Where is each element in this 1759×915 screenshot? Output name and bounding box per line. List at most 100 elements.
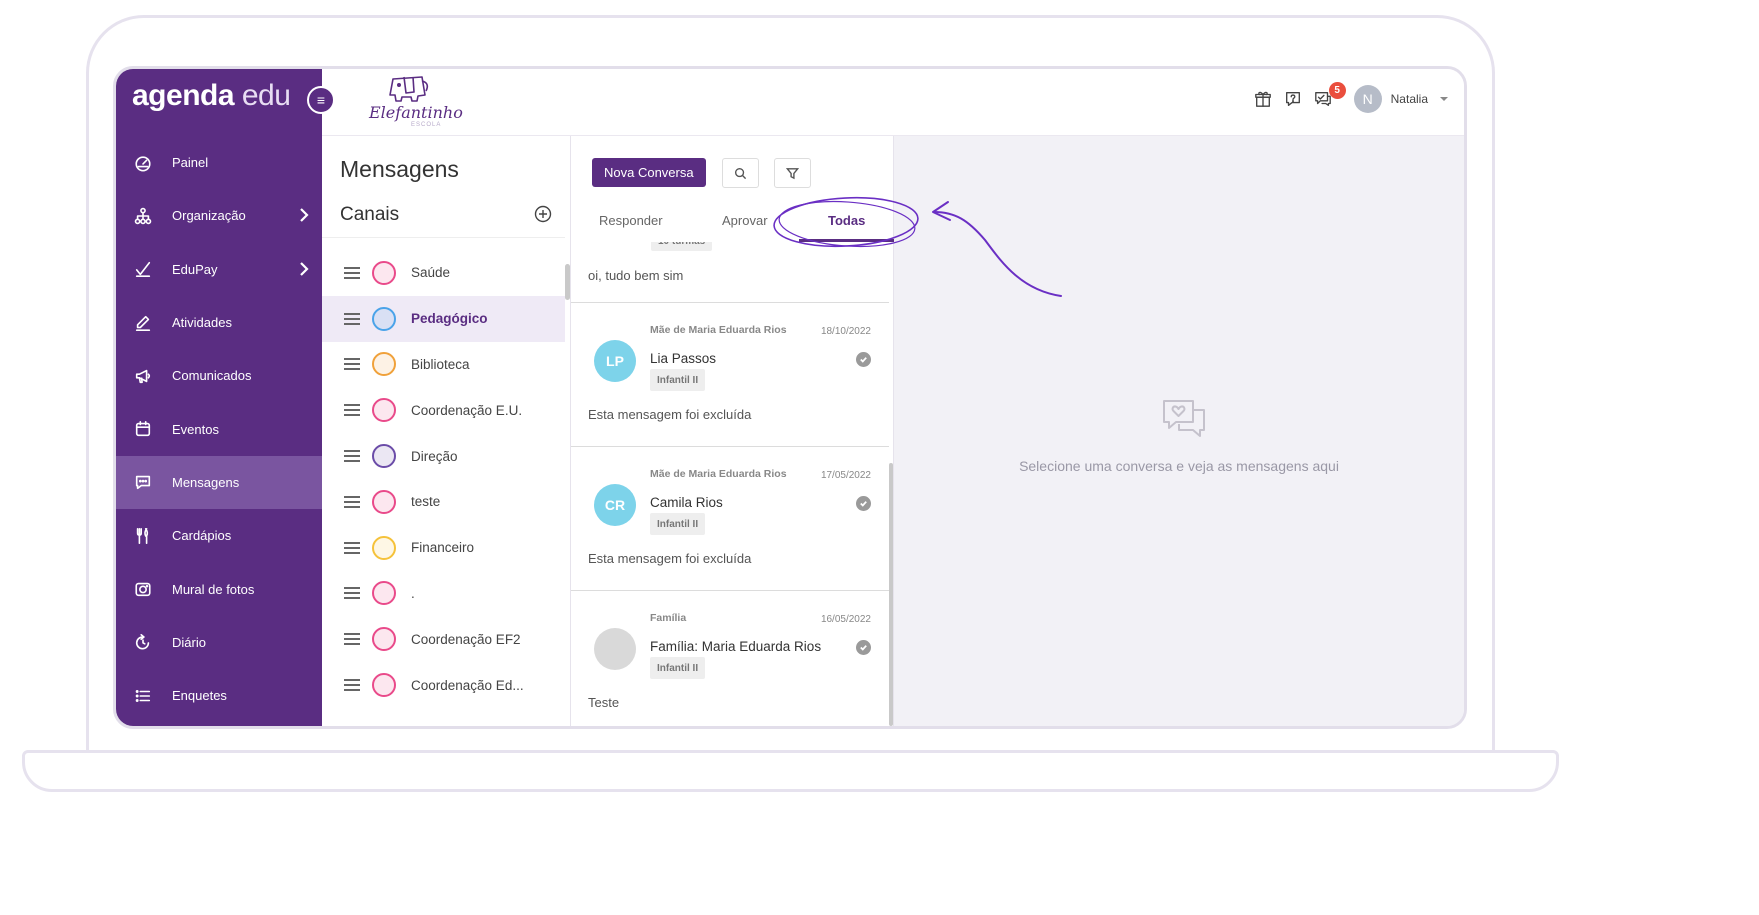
channel-icon — [372, 627, 396, 652]
sidebar-item-mensagens[interactable]: Mensagens — [116, 455, 322, 510]
gift-icon[interactable] — [1252, 88, 1274, 110]
refresh-icon — [133, 632, 153, 652]
chevron-right-icon[interactable] — [298, 261, 310, 280]
conversation-list-scrollbar[interactable] — [889, 463, 893, 726]
conversation-item[interactable]: 10 turmas oi, tudo bem sim — [571, 242, 889, 303]
org-chart-icon — [133, 206, 153, 226]
sidebar: agenda edu Painel Organização EduPay Ativid… — [116, 69, 322, 726]
messages-notification-icon[interactable]: 5 — [1312, 82, 1346, 110]
channel-item[interactable]: Saúde — [322, 250, 565, 296]
channel-item[interactable]: Coordenação EF2 — [322, 616, 565, 662]
laptop-base — [22, 750, 1559, 792]
drag-handle-icon[interactable] — [344, 679, 360, 692]
channel-icon — [372, 398, 396, 423]
conversation-preview: oi, tudo bem sim — [588, 268, 684, 283]
list-icon — [133, 686, 153, 706]
drag-handle-icon[interactable] — [344, 495, 360, 508]
drag-handle-icon[interactable] — [344, 587, 360, 600]
conversation-date: 18/10/2022 — [820, 326, 871, 337]
conversation-role: Mãe de Maria Eduarda Rios — [650, 324, 787, 336]
empty-state-text: Selecione uma conversa e veja as mensage… — [1019, 458, 1339, 474]
sidebar-item-painel[interactable]: Painel — [116, 136, 322, 189]
channel-item[interactable]: Financeiro — [322, 525, 565, 571]
user-menu-caret-icon[interactable] — [1440, 97, 1448, 101]
sidebar-item-eventos[interactable]: Eventos — [116, 402, 322, 455]
sidebar-item-cardapios[interactable]: Cardápios — [116, 509, 322, 562]
cutlery-icon — [133, 526, 153, 546]
sidebar-item-label: Painel — [172, 155, 209, 171]
conversation-item[interactable]: LP Mãe de Maria Eduarda Rios 18/10/2022 Lia… — [571, 303, 889, 447]
channel-icon — [372, 581, 396, 606]
channel-label: Saúde — [411, 265, 451, 281]
read-check-icon — [856, 496, 871, 511]
drag-handle-icon[interactable] — [344, 404, 360, 417]
conversation-item[interactable]: CR Mãe de Maria Eduarda Rios 17/05/2022 Cam… — [571, 447, 889, 591]
channel-item[interactable]: Direção — [322, 433, 565, 479]
conversation-list: 10 turmas oi, tudo bem sim LP Mãe de Mari… — [571, 242, 889, 726]
avatar: LP — [594, 340, 636, 382]
sidebar-item-enquetes[interactable]: Enquetes — [116, 669, 322, 722]
conversation-role: Família — [650, 612, 687, 624]
pencil-icon — [133, 313, 153, 333]
channel-item[interactable]: . — [322, 571, 565, 617]
chevron-right-icon[interactable] — [298, 207, 310, 226]
sidebar-item-comunicados[interactable]: Comunicados — [116, 349, 322, 402]
drag-handle-icon[interactable] — [344, 450, 360, 463]
sidebar-item-label: Mural de fotos — [172, 581, 255, 597]
tab-responder[interactable]: Responder — [599, 213, 663, 228]
drag-handle-icon[interactable] — [344, 358, 360, 371]
top-header: Elefantinho ESCOLA 5 N Natalia — [322, 69, 1464, 136]
add-channel-button[interactable] — [534, 205, 552, 223]
channel-label: Direção — [411, 448, 458, 464]
channel-label: Coordenação Ed... — [411, 677, 524, 693]
megaphone-icon — [133, 366, 153, 386]
sidebar-item-atividades[interactable]: Atividades — [116, 296, 322, 349]
filter-button[interactable] — [774, 158, 811, 188]
conversation-preview: Esta mensagem foi excluída — [588, 407, 752, 422]
channel-item[interactable]: Coordenação Ed... — [322, 662, 565, 708]
help-icon[interactable] — [1282, 88, 1304, 110]
user-name[interactable]: Natalia — [1391, 92, 1428, 106]
channel-label: teste — [411, 494, 441, 510]
channel-item[interactable]: Pedagógico — [322, 295, 565, 342]
channel-item[interactable]: Coordenação E.U. — [322, 387, 565, 433]
channel-list-scrollbar[interactable] — [565, 264, 570, 300]
channel-item[interactable]: Biblioteca — [322, 342, 565, 388]
search-button[interactable] — [722, 158, 759, 188]
plus-circle-icon — [534, 205, 552, 223]
channel-list-top-spacer — [322, 238, 565, 250]
channel-list[interactable]: Saúde Pedagógico Biblioteca Coordenação E.U… — [322, 237, 565, 726]
school-subtitle: ESCOLA — [411, 122, 442, 128]
sidebar-item-label: Mensagens — [172, 474, 240, 490]
drag-handle-icon[interactable] — [344, 541, 360, 554]
dashboard-icon — [133, 153, 153, 173]
sidebar-item-edupay[interactable]: EduPay — [116, 243, 322, 296]
tab-aprovar[interactable]: Aprovar — [722, 213, 768, 228]
class-tag: Infantil II — [650, 657, 706, 679]
conversation-date: 16/05/2022 — [820, 614, 871, 625]
drag-handle-icon[interactable] — [344, 312, 360, 325]
channel-item[interactable]: teste — [322, 479, 565, 525]
sidebar-item-label: Atividades — [172, 315, 232, 331]
tab-todas[interactable]: Todas — [828, 213, 865, 228]
search-icon — [734, 167, 747, 179]
conversation-name: Camila Rios — [650, 495, 723, 510]
class-tag: Infantil II — [650, 513, 706, 535]
sidebar-item-mural-de-fotos[interactable]: Mural de fotos — [116, 562, 322, 615]
channel-icon — [372, 306, 396, 331]
menu-toggle-button[interactable]: ≡ — [307, 86, 335, 114]
class-tag: Infantil II — [650, 369, 706, 391]
page-title: Mensagens — [340, 156, 459, 182]
new-conversation-button[interactable]: Nova Conversa — [592, 158, 706, 187]
drag-handle-icon[interactable] — [344, 633, 360, 646]
sidebar-item-organizacao[interactable]: Organização — [116, 189, 322, 242]
sidebar-nav: Painel Organização EduPay Atividades Comunic… — [116, 136, 322, 722]
conversation-item[interactable]: Família 16/05/2022 Família: Maria Eduarda … — [571, 591, 889, 726]
user-avatar[interactable]: N — [1353, 85, 1382, 113]
sidebar-item-diario[interactable]: Diário — [116, 616, 322, 669]
conversation-name: Família: Maria Eduarda Rios — [650, 639, 822, 654]
chat-heart-icon — [1161, 398, 1207, 440]
drag-handle-icon[interactable] — [344, 266, 360, 279]
app-logo[interactable]: agenda edu — [132, 79, 291, 113]
channel-label: Pedagógico — [411, 311, 488, 327]
